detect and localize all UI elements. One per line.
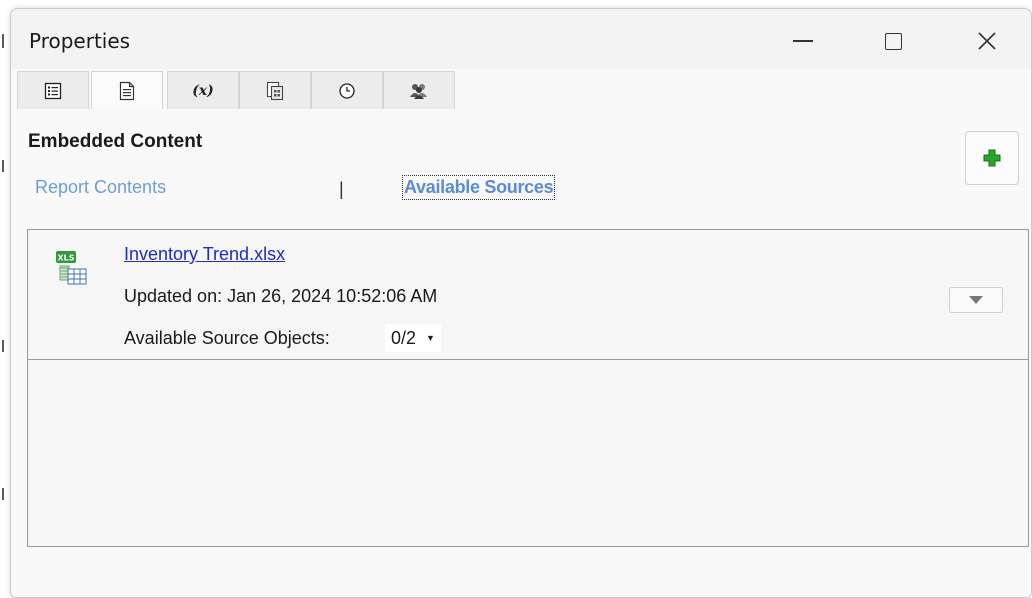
close-button[interactable] (957, 17, 1017, 65)
background-edge-mark (2, 488, 4, 500)
maximize-icon (884, 32, 902, 50)
tab-variables[interactable]: (x) (167, 71, 239, 109)
close-icon (978, 32, 996, 50)
source-updated-timestamp: Updated on: Jan 26, 2024 10:52:06 AM (124, 286, 438, 306)
background-edge-mark (2, 340, 4, 352)
tab-schedule[interactable] (311, 71, 383, 109)
title-bar[interactable]: Properties (11, 9, 1031, 69)
minimize-button[interactable] (773, 17, 833, 65)
embedded-content-pane: Embedded Content Report Contents | Avail… (11, 109, 1031, 597)
page-title: Embedded Content (28, 131, 203, 152)
sources-list: XLS Inventory Trend.xlsx Updated on: Jan… (27, 229, 1029, 547)
tab-available-sources[interactable]: Available Sources (401, 175, 556, 200)
properties-window: Properties (x) Embedded Content Report C… (10, 8, 1032, 598)
caret-down-icon: ▼ (426, 333, 435, 343)
xls-badge-text: XLS (57, 254, 74, 263)
clock-icon (339, 82, 355, 99)
report-icon (266, 81, 284, 100)
add-source-button[interactable] (965, 131, 1019, 185)
tab-users[interactable] (383, 71, 455, 109)
list-item: XLS Inventory Trend.xlsx Updated on: Jan… (28, 230, 1028, 360)
window-title: Properties (29, 29, 131, 53)
xls-file-icon: XLS (52, 250, 92, 295)
source-objects-dropdown[interactable]: 0/2 ▼ (385, 324, 441, 352)
expand-source-button[interactable] (949, 287, 1003, 313)
list-icon (44, 82, 62, 99)
tab-report[interactable] (239, 71, 311, 109)
minimize-icon (793, 40, 813, 42)
background-edge-mark (2, 160, 4, 172)
background-edge-mark (2, 34, 4, 48)
maximize-button[interactable] (863, 17, 923, 65)
users-icon (410, 83, 427, 99)
tab-report-contents[interactable]: Report Contents (35, 177, 166, 198)
tab-general[interactable] (17, 71, 89, 109)
document-icon (119, 81, 135, 101)
tab-separator: | (339, 179, 344, 199)
variable-icon: (x) (192, 82, 214, 99)
source-objects-label: Available Source Objects: (124, 328, 330, 348)
source-file-link[interactable]: Inventory Trend.xlsx (124, 244, 285, 265)
source-objects-value: 0/2 (391, 327, 417, 348)
tab-embedded-content[interactable] (91, 71, 163, 110)
chevron-down-icon (969, 296, 983, 304)
plus-icon (983, 149, 1001, 167)
properties-tab-strip: (x) (17, 71, 1017, 110)
